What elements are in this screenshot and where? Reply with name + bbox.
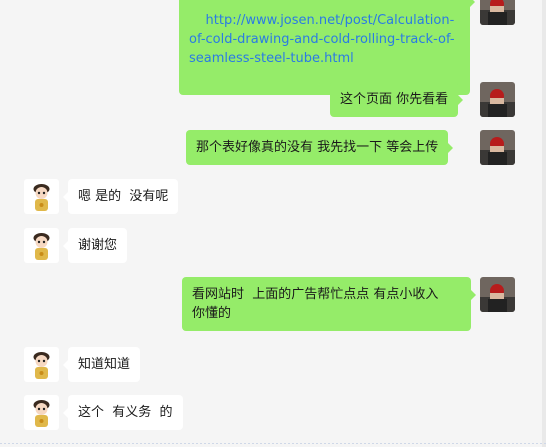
message-bubble[interactable]: 那个表好像真的没有 我先找一下 等会上传 [186, 130, 454, 165]
contact-avatar-icon[interactable] [24, 347, 59, 382]
message-link[interactable]: http://www.josen.net/post/Calculation-of… [189, 13, 455, 66]
message-bubble[interactable]: 这个页面 你先看看 [330, 82, 464, 117]
message-bubble[interactable]: 看网站时 上面的广告帮忙点点 有点小收入 你懂的 [182, 277, 476, 331]
scrollbar[interactable] [542, 0, 546, 447]
message-bubble[interactable]: 知道知道 [62, 347, 141, 382]
message-bubble[interactable]: 嗯 是的 没有呢 [62, 179, 179, 214]
self-avatar-icon[interactable] [480, 277, 515, 312]
message-bubble[interactable]: 谢谢您 [62, 228, 128, 263]
chat-window: http://www.josen.net/post/Calculation-of… [0, 0, 546, 447]
divider [0, 443, 546, 444]
message-bubble[interactable]: 这个 有义务 的 [63, 395, 183, 430]
contact-avatar-icon[interactable] [24, 179, 59, 214]
self-avatar-icon[interactable] [480, 82, 515, 117]
self-avatar-icon[interactable] [480, 130, 515, 165]
contact-avatar-icon[interactable] [24, 228, 59, 263]
message-bubble-link[interactable]: http://www.josen.net/post/Calculation-of… [179, 0, 475, 95]
self-avatar-icon[interactable] [480, 0, 515, 25]
contact-avatar-icon[interactable] [24, 395, 59, 430]
